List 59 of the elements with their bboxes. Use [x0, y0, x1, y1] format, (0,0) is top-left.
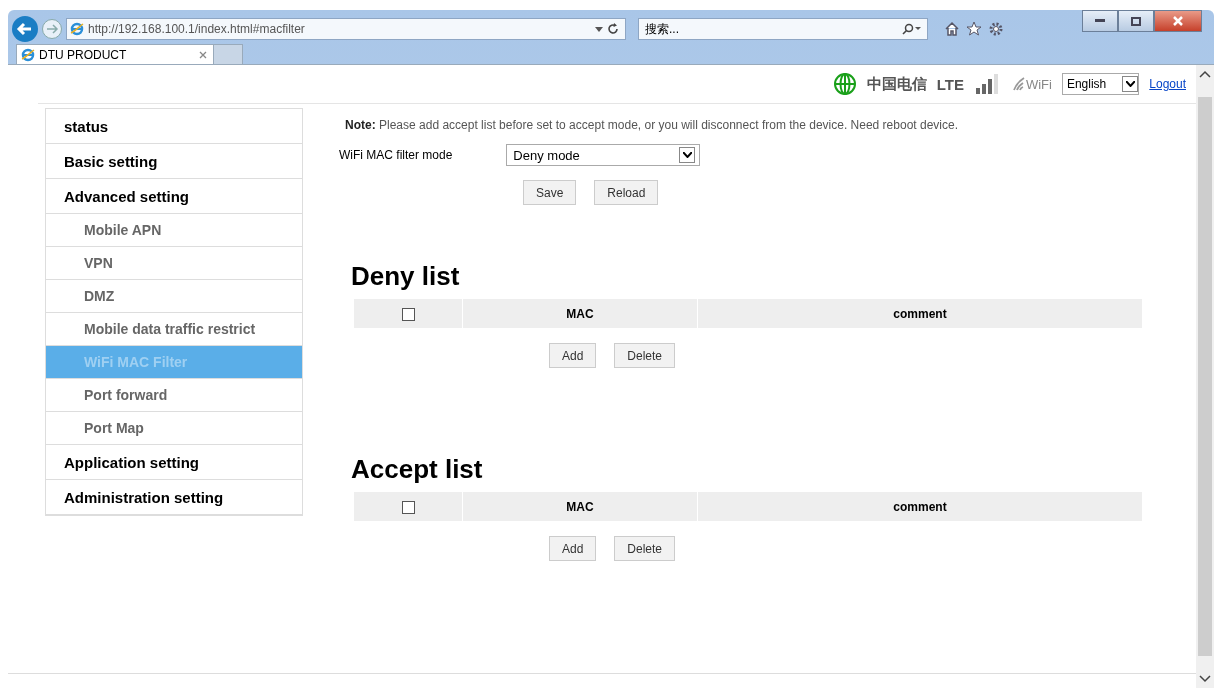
search-field[interactable]: 搜索...: [638, 18, 928, 40]
maximize-icon: [1131, 16, 1141, 26]
list-title: Accept list: [351, 454, 484, 485]
action-button[interactable]: Save: [523, 180, 577, 205]
action-button[interactable]: Add: [549, 343, 597, 368]
sidebar-item[interactable]: Port forward: [46, 379, 302, 412]
settings-icon[interactable]: [988, 21, 1004, 37]
refresh-icon[interactable]: [607, 23, 619, 35]
network-type: LTE: [936, 75, 964, 93]
globe-icon: [832, 72, 857, 96]
close-icon[interactable]: [199, 50, 207, 59]
close-icon: [1173, 16, 1183, 26]
sidebar-item[interactable]: Basic setting: [46, 144, 302, 179]
action-button[interactable]: Delete: [614, 536, 676, 561]
note-text: Note: Please add accept list before set to accept mode, or you will disconnect from the device. Need reboot device.: [345, 118, 959, 132]
dropdown-icon: [1125, 81, 1135, 87]
home-icon[interactable]: [944, 21, 960, 37]
select-all-checkbox[interactable]: [401, 307, 415, 321]
address-bar[interactable]: http://192.168.100.1/index.html#macfilter: [66, 18, 626, 40]
action-button[interactable]: Delete: [614, 343, 676, 368]
search-icon[interactable]: [902, 23, 922, 35]
sidebar-item[interactable]: status: [46, 109, 302, 144]
column-header: comment: [697, 491, 1143, 522]
scroll-up-icon[interactable]: [1199, 69, 1211, 79]
maximize-button[interactable]: [1118, 10, 1154, 32]
column-header: comment: [697, 298, 1143, 329]
column-header: MAC: [462, 491, 698, 522]
close-button[interactable]: [1154, 10, 1202, 32]
language-select[interactable]: English: [1061, 73, 1140, 95]
filter-mode-select[interactable]: Deny mode: [506, 144, 701, 166]
logout-link[interactable]: Logout: [1149, 77, 1186, 91]
sidebar-item[interactable]: VPN: [46, 247, 302, 280]
sidebar-item[interactable]: Advanced setting: [46, 179, 302, 214]
browser-tab[interactable]: DTU PRODUCT: [16, 44, 214, 64]
scroll-down-icon[interactable]: [1199, 674, 1211, 684]
dropdown-icon: [682, 152, 692, 158]
carrier-name: 中国电信: [866, 74, 927, 94]
sidebar-item[interactable]: Application setting: [46, 445, 302, 480]
wifi-icon: [1011, 76, 1026, 92]
sidebar-item[interactable]: DMZ: [46, 280, 302, 313]
select-all-checkbox[interactable]: [401, 500, 415, 514]
sidebar-item[interactable]: Mobile APN: [46, 214, 302, 247]
sidebar-item[interactable]: Administration setting: [46, 480, 302, 515]
back-icon[interactable]: [12, 16, 38, 42]
list-title: Deny list: [351, 261, 461, 292]
scrollbar-thumb[interactable]: [1198, 97, 1212, 656]
star-icon[interactable]: [966, 21, 982, 37]
column-header: MAC: [462, 298, 698, 329]
dropdown-icon[interactable]: [595, 26, 603, 32]
browser-logo-icon: [70, 22, 84, 36]
minimize-icon: [1095, 19, 1105, 23]
sidebar-item[interactable]: Port Map: [46, 412, 302, 445]
url-text: http://192.168.100.1/index.html#macfilter: [88, 22, 306, 36]
wifi-label: WiFi: [1025, 77, 1052, 92]
browser-logo-icon: [21, 47, 35, 62]
minimize-button[interactable]: [1082, 10, 1118, 32]
action-button[interactable]: Add: [549, 536, 597, 561]
action-button[interactable]: Reload: [594, 180, 659, 205]
filter-mode-label: WiFi MAC filter mode: [339, 148, 453, 162]
